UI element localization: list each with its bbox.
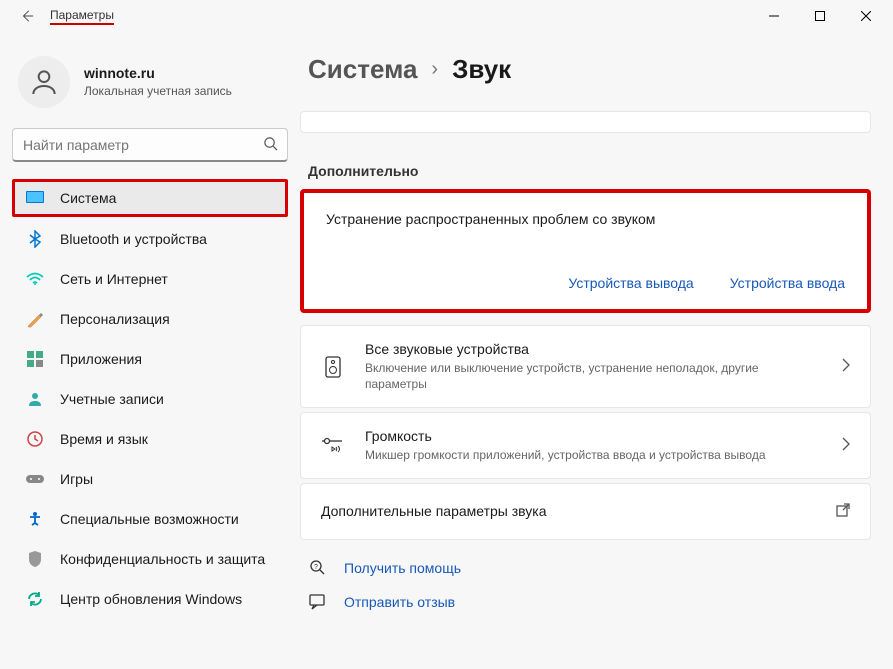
sidebar-item-gaming[interactable]: Игры <box>12 461 288 497</box>
sidebar-item-label: Игры <box>60 471 93 487</box>
section-label-additional: Дополнительно <box>308 163 871 179</box>
privacy-icon <box>26 550 44 568</box>
more-sound-card[interactable]: Дополнительные параметры звука <box>300 483 871 541</box>
time-icon <box>26 430 44 448</box>
sidebar-item-label: Учетные записи <box>60 391 164 407</box>
chevron-right-icon <box>842 437 850 454</box>
chevron-right-icon: › <box>431 58 438 81</box>
sidebar-item-label: Конфиденциальность и защита <box>60 551 265 567</box>
sidebar-item-label: Bluetooth и устройства <box>60 231 207 247</box>
sidebar-item-update[interactable]: Центр обновления Windows <box>12 581 288 617</box>
sidebar: winnote.ru Локальная учетная запись Сист… <box>0 32 300 669</box>
volume-icon <box>321 433 345 457</box>
gaming-icon <box>26 470 44 488</box>
sidebar-item-label: Система <box>60 190 116 206</box>
breadcrumb: Система › Звук <box>300 54 871 85</box>
apps-icon <box>26 350 44 368</box>
sidebar-item-label: Центр обновления Windows <box>60 591 242 607</box>
feedback-link[interactable]: Отправить отзыв <box>308 592 871 612</box>
svg-text:?: ? <box>314 564 318 571</box>
help-link-text: Получить помощь <box>344 560 461 576</box>
troubleshoot-card: Устранение распространенных проблем со з… <box>300 189 871 313</box>
sidebar-item-accessibility[interactable]: Специальные возможности <box>12 501 288 537</box>
breadcrumb-current: Звук <box>452 54 511 85</box>
sidebar-item-label: Персонализация <box>60 311 170 327</box>
search-icon <box>263 136 278 154</box>
accounts-icon <box>26 390 44 408</box>
minimize-button[interactable] <box>751 0 797 32</box>
sidebar-item-label: Сеть и Интернет <box>60 271 168 287</box>
accessibility-icon <box>26 510 44 528</box>
help-link-text: Отправить отзыв <box>344 594 455 610</box>
troubleshoot-title: Устранение распространенных проблем со з… <box>326 211 845 227</box>
sidebar-item-system[interactable]: Система <box>12 179 288 217</box>
search-input[interactable] <box>12 128 288 162</box>
maximize-button[interactable] <box>797 0 843 32</box>
main-content: Система › Звук Дополнительно Устранение … <box>300 32 893 669</box>
feedback-icon <box>308 592 328 612</box>
card-subtitle: Микшер громкости приложений, устройства … <box>365 447 822 464</box>
titlebar: Параметры <box>0 0 893 32</box>
close-button[interactable] <box>843 0 889 32</box>
help-icon: ? <box>308 558 328 578</box>
sidebar-item-time[interactable]: Время и язык <box>12 421 288 457</box>
card-subtitle: Включение или выключение устройств, устр… <box>365 360 822 394</box>
personalization-icon <box>26 310 44 328</box>
update-icon <box>26 590 44 608</box>
card-title: Дополнительные параметры звука <box>321 502 816 522</box>
external-link-icon <box>836 503 850 520</box>
system-icon <box>26 189 44 207</box>
input-devices-button[interactable]: Устройства ввода <box>730 275 845 291</box>
bluetooth-icon <box>26 230 44 248</box>
sidebar-item-label: Приложения <box>60 351 142 367</box>
user-subtitle: Локальная учетная запись <box>84 83 232 99</box>
sidebar-item-apps[interactable]: Приложения <box>12 341 288 377</box>
speaker-icon <box>321 355 345 379</box>
breadcrumb-parent[interactable]: Система <box>308 54 417 85</box>
card-title: Громкость <box>365 427 822 447</box>
user-name: winnote.ru <box>84 64 232 83</box>
user-block[interactable]: winnote.ru Локальная учетная запись <box>6 44 294 126</box>
sidebar-item-network[interactable]: Сеть и Интернет <box>12 261 288 297</box>
sidebar-item-privacy[interactable]: Конфиденциальность и защита <box>12 541 288 577</box>
avatar <box>18 56 70 108</box>
chevron-right-icon <box>842 358 850 375</box>
sidebar-item-label: Специальные возможности <box>60 511 239 527</box>
get-help-link[interactable]: ? Получить помощь <box>308 558 871 578</box>
sidebar-item-label: Время и язык <box>60 431 148 447</box>
all-devices-card[interactable]: Все звуковые устройства Включение или вы… <box>300 325 871 408</box>
sidebar-item-accounts[interactable]: Учетные записи <box>12 381 288 417</box>
collapsed-row[interactable] <box>300 111 871 133</box>
sidebar-item-bluetooth[interactable]: Bluetooth и устройства <box>12 221 288 257</box>
sidebar-item-personalization[interactable]: Персонализация <box>12 301 288 337</box>
volume-card[interactable]: Громкость Микшер громкости приложений, у… <box>300 412 871 478</box>
network-icon <box>26 270 44 288</box>
back-button[interactable] <box>16 5 38 27</box>
window-title: Параметры <box>50 8 114 25</box>
output-devices-button[interactable]: Устройства вывода <box>568 275 693 291</box>
card-title: Все звуковые устройства <box>365 340 822 360</box>
